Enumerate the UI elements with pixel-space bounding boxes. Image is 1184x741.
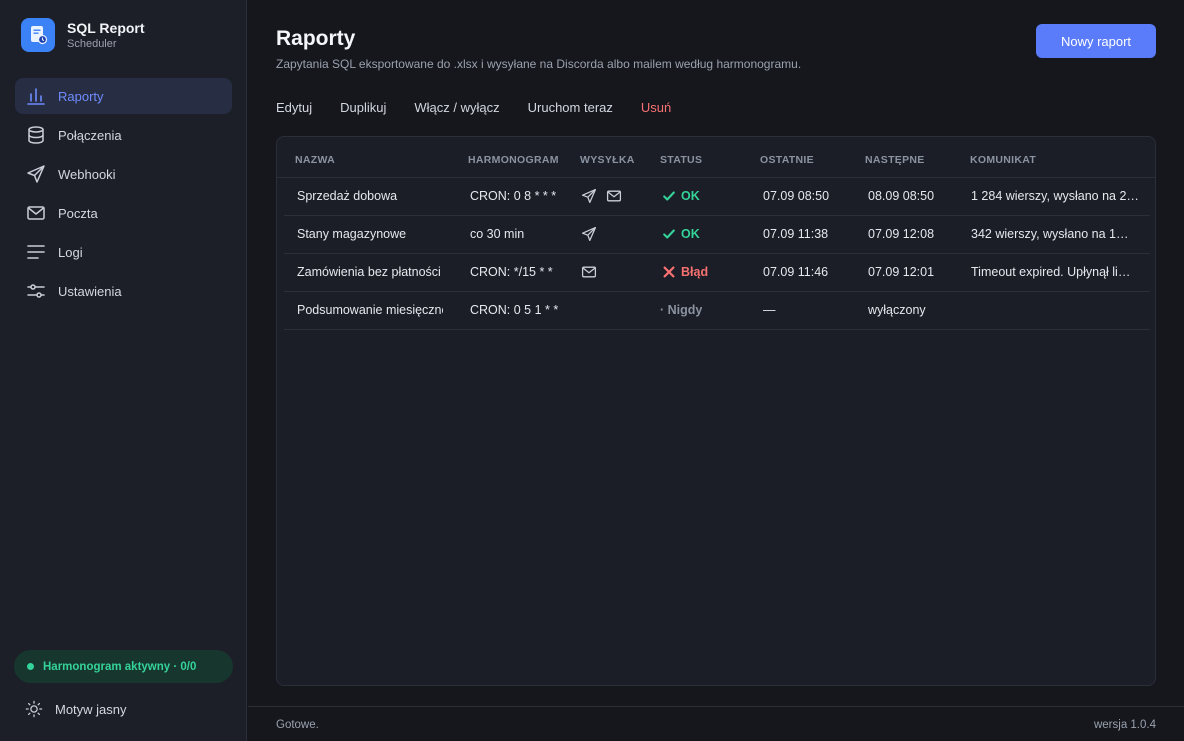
check-icon — [663, 191, 675, 201]
send-icon — [581, 188, 597, 204]
status-badge: · Nigdy — [660, 303, 703, 317]
app-logo-icon — [21, 18, 55, 52]
shipping-icons — [581, 188, 631, 204]
report-message: Timeout expired. Upłynął li… — [971, 265, 1131, 279]
status-bar: Gotowe. wersja 1.0.4 — [248, 706, 1184, 741]
sidebar-item-polaczenia[interactable]: Połączenia — [15, 117, 232, 153]
next-run: wyłączony — [868, 303, 926, 317]
check-icon — [663, 229, 675, 239]
sidebar-item-label: Ustawienia — [58, 283, 122, 299]
report-name: Sprzedaż dobowa — [297, 189, 398, 203]
table-row[interactable]: Zamówienia bez płatności CRON: */15 * * … — [284, 254, 1150, 292]
mail-icon — [25, 202, 47, 224]
next-run: 08.09 08:50 — [868, 189, 935, 203]
app-title: SQL Report — [67, 20, 145, 36]
list-icon — [25, 241, 47, 263]
report-message: 342 wierszy, wysłano na 1… — [971, 227, 1128, 241]
sidebar-item-logi[interactable]: Logi — [15, 234, 232, 270]
sun-icon — [25, 700, 43, 718]
report-schedule: CRON: 0 8 * * * — [470, 189, 557, 203]
table-row[interactable]: Podsumowanie miesięczne CRON: 0 5 1 * * … — [284, 292, 1150, 330]
sidebar-item-webhooki[interactable]: Webhooki — [15, 156, 232, 192]
sidebar-item-label: Webhooki — [58, 166, 116, 182]
status-badge: OK — [662, 189, 700, 203]
page-title: Raporty — [276, 27, 356, 50]
sidebar-item-poczta[interactable]: Poczta — [15, 195, 232, 231]
column-header-status[interactable]: STATUS — [660, 154, 702, 166]
page-subtitle: Zapytania SQL eksportowane do .xlsx i wy… — [276, 57, 802, 71]
last-run: 07.09 11:38 — [763, 227, 829, 241]
column-header-last[interactable]: OSTATNIE — [760, 154, 814, 166]
database-icon — [25, 124, 47, 146]
sidebar-item-label: Połączenia — [58, 127, 122, 143]
sidebar-nav: Raporty Połączenia Webhooki Poczta Logi … — [15, 78, 232, 312]
sidebar-item-label: Logi — [58, 244, 83, 260]
table-row[interactable]: Sprzedaż dobowa CRON: 0 8 * * * OK 07.09… — [284, 178, 1150, 216]
duplicate-button[interactable]: Duplikuj — [340, 100, 386, 115]
status-text: OK — [681, 227, 700, 241]
sidebar-item-label: Poczta — [58, 205, 98, 221]
column-header-schedule[interactable]: HARMONOGRAM — [468, 154, 559, 166]
next-run: 07.09 12:08 — [868, 227, 935, 241]
sidebar-item-raporty[interactable]: Raporty — [15, 78, 232, 114]
status-text: OK — [681, 189, 700, 203]
table-row[interactable]: Stany magazynowe co 30 min OK 07.09 11:3… — [284, 216, 1150, 254]
new-report-button[interactable]: Nowy raport — [1036, 24, 1156, 58]
sidebar: SQL Report Scheduler Raporty Połączenia — [0, 0, 247, 741]
column-header-next[interactable]: NASTĘPNE — [865, 154, 925, 166]
edit-button[interactable]: Edytuj — [276, 100, 312, 115]
sidebar-item-label: Raporty — [58, 88, 104, 104]
toolbar: Edytuj Duplikuj Włącz / wyłącz Uruchom t… — [276, 100, 699, 115]
main-content: Raporty Zapytania SQL eksportowane do .x… — [248, 0, 1184, 741]
version-label: wersja 1.0.4 — [1093, 719, 1156, 731]
last-run: — — [763, 303, 776, 317]
cross-icon — [663, 266, 675, 278]
column-header-message[interactable]: KOMUNIKAT — [970, 154, 1036, 166]
shipping-icons — [581, 226, 606, 242]
report-schedule: co 30 min — [470, 227, 525, 241]
theme-toggle-button[interactable]: Motyw jasny — [25, 700, 127, 718]
app-subtitle: Scheduler — [67, 38, 117, 50]
report-name: Zamówienia bez płatności — [297, 265, 441, 279]
reports-table: NAZWA HARMONOGRAM WYSYŁKA STATUS OSTATNI… — [276, 136, 1156, 686]
theme-toggle-label: Motyw jasny — [55, 701, 127, 717]
status-badge: Błąd — [662, 265, 708, 279]
column-header-shipping[interactable]: WYSYŁKA — [580, 154, 635, 166]
report-name: Stany magazynowe — [297, 227, 407, 241]
schedule-status-text: Harmonogram aktywny · 0/0 — [43, 660, 197, 673]
schedule-status-badge: Harmonogram aktywny · 0/0 — [14, 650, 233, 683]
status-text: Gotowe. — [276, 719, 319, 731]
mail-icon — [581, 266, 597, 278]
sidebar-item-ustawienia[interactable]: Ustawienia — [15, 273, 232, 309]
last-run: 07.09 08:50 — [763, 189, 830, 203]
send-icon — [25, 163, 47, 185]
column-header-name[interactable]: NAZWA — [295, 154, 335, 166]
report-schedule: CRON: 0 5 1 * * — [470, 303, 559, 317]
table-header: NAZWA HARMONOGRAM WYSYŁKA STATUS OSTATNI… — [277, 137, 1155, 178]
send-icon — [581, 226, 597, 242]
report-schedule: CRON: */15 * * — [470, 265, 553, 279]
report-name: Podsumowanie miesięczne — [297, 303, 443, 317]
report-message: 1 284 wierszy, wysłano na 2… — [971, 189, 1139, 203]
run-now-button[interactable]: Uruchom teraz — [528, 100, 613, 115]
brand: SQL Report Scheduler — [21, 18, 145, 52]
delete-button[interactable]: Usuń — [641, 100, 671, 115]
toggle-button[interactable]: Włącz / wyłącz — [414, 100, 499, 115]
next-run: 07.09 12:01 — [868, 265, 935, 279]
last-run: 07.09 11:46 — [763, 265, 829, 279]
status-badge: OK — [662, 227, 700, 241]
shipping-icons — [581, 264, 606, 280]
status-text: Błąd — [681, 265, 709, 279]
status-dot-icon — [27, 663, 34, 670]
bar-chart-icon — [25, 85, 47, 107]
sliders-icon — [25, 280, 47, 302]
mail-icon — [606, 190, 622, 202]
